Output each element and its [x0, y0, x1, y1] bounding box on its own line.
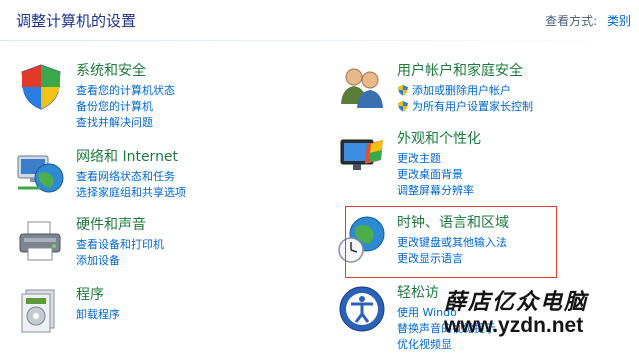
category-title-user-accounts[interactable]: 用户帐户和家庭安全: [397, 62, 607, 80]
category-title-network-internet[interactable]: 网络和 Internet: [76, 148, 286, 166]
category-title-appearance[interactable]: 外观和个性化: [397, 130, 607, 148]
page-title: 调整计算机的设置: [16, 12, 137, 30]
programs-icon[interactable]: [16, 286, 66, 336]
link-parental-controls[interactable]: 为所有用户设置家长控制: [397, 99, 607, 115]
link-change-background[interactable]: 更改桌面背景: [397, 167, 607, 183]
link-view-network-status[interactable]: 查看网络状态和任务: [76, 169, 286, 185]
uac-shield-icon: [398, 85, 408, 96]
watermark: 薛店亿众电脑 www.yzdn.net: [444, 284, 634, 344]
link-add-remove-accounts[interactable]: 添加或删除用户帐户: [397, 83, 607, 99]
uac-shield-icon: [398, 101, 408, 112]
link-add-device[interactable]: 添加设备: [76, 253, 286, 269]
link-homegroup-sharing[interactable]: 选择家庭组和共享选项: [76, 185, 286, 201]
header-divider: [0, 40, 639, 41]
view-by-label: 查看方式:: [545, 14, 598, 28]
network-globe-icon[interactable]: [16, 148, 66, 198]
link-view-computer-status[interactable]: 查看您的计算机状态: [76, 83, 286, 99]
watermark-name: 薛店亿众电脑: [444, 289, 589, 315]
category-title-system-security[interactable]: 系统和安全: [76, 62, 286, 80]
watermark-url: www.yzdn.net: [444, 314, 584, 337]
shield-icon[interactable]: [16, 62, 66, 112]
link-screen-resolution[interactable]: 调整屏幕分辨率: [397, 183, 607, 199]
view-by-dropdown[interactable]: 类别: [607, 14, 631, 28]
category-title-programs[interactable]: 程序: [76, 286, 286, 304]
link-devices-printers[interactable]: 查看设备和打印机: [76, 237, 286, 253]
link-change-theme[interactable]: 更改主题: [397, 151, 607, 167]
link-uninstall-program[interactable]: 卸载程序: [76, 307, 286, 323]
link-troubleshoot[interactable]: 查找并解决问题: [76, 115, 286, 131]
appearance-icon[interactable]: [337, 130, 387, 180]
category-title-hardware-sound[interactable]: 硬件和声音: [76, 216, 286, 234]
ease-of-access-icon[interactable]: [337, 284, 387, 334]
users-icon[interactable]: [337, 62, 387, 112]
link-backup-computer[interactable]: 备份您的计算机: [76, 99, 286, 115]
printer-icon[interactable]: [16, 216, 66, 266]
link-parental-controls-label: 为所有用户设置家长控制: [412, 100, 533, 113]
link-add-remove-accounts-label: 添加或删除用户帐户: [412, 84, 511, 97]
view-by: 查看方式: 类别: [545, 12, 631, 29]
highlight-box: [345, 206, 557, 278]
